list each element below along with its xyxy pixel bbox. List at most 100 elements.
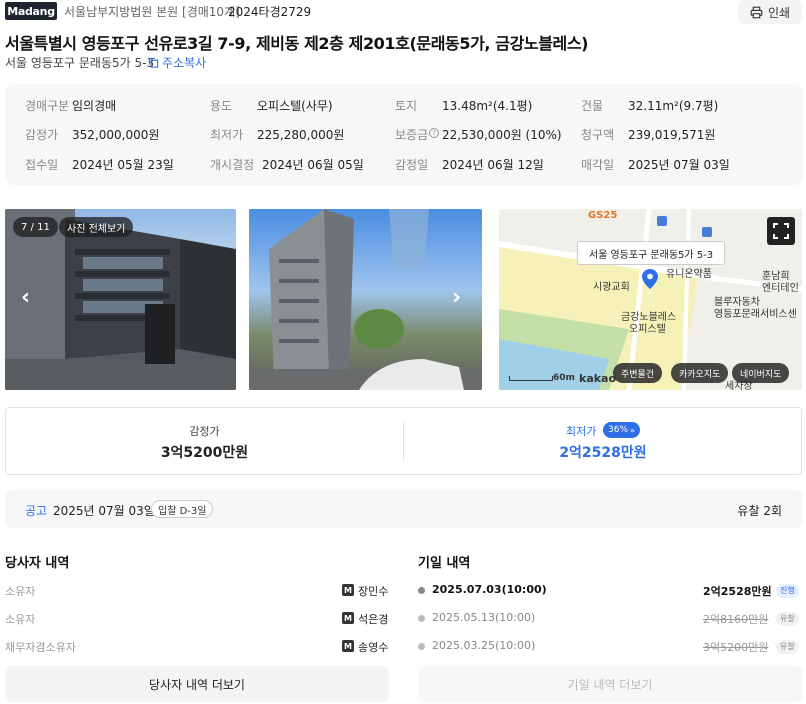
- copy-address-button[interactable]: 주소복사: [148, 54, 206, 71]
- info-item: 감정가 352,000,000원: [25, 126, 159, 143]
- next-photo-icon[interactable]: ›: [452, 285, 461, 310]
- info-key: 토지: [395, 99, 418, 113]
- info-value: 2024년 05월 23일: [72, 158, 174, 172]
- info-key: 감정일: [395, 158, 429, 172]
- status-badge: 유찰: [776, 612, 799, 626]
- info-item: 청구액 239,019,571원: [581, 126, 715, 143]
- info-key: 접수일: [25, 158, 59, 172]
- location-map[interactable]: GS25 서울 영등포구 문래동5가 5-3 유니온약품 시광교회 금강노블레스…: [499, 209, 802, 390]
- info-item: 용도 오피스텔(사무): [210, 97, 333, 114]
- schedule-date: 2025.03.25(10:00): [432, 639, 536, 652]
- status-dot: [418, 587, 425, 594]
- schedule-price: 2억8160만원: [703, 613, 769, 626]
- kakao-logo: kakao: [579, 372, 617, 385]
- info-item: 경매구분 임의경매: [25, 97, 116, 114]
- copy-icon: [148, 57, 159, 68]
- madang-logo[interactable]: Madang: [5, 2, 57, 20]
- info-item: 보증금? 22,530,000원 (10%): [395, 126, 562, 143]
- min-price-label: 최저가: [566, 425, 597, 438]
- info-item: 매각일 2025년 07월 03일: [581, 156, 730, 173]
- fail-count: 유찰 2회: [737, 504, 782, 518]
- notice-date: 2025년 07월 03일: [53, 504, 155, 518]
- map-label: 오피스텔: [629, 324, 666, 335]
- case-info-panel: 경매구분 임의경매 용도 오피스텔(사무) 토지 13.48m²(4.1평) 건물 32…: [5, 84, 803, 185]
- prev-photo-icon[interactable]: ‹: [21, 285, 30, 310]
- view-all-photos-button[interactable]: 사진 전체보기: [59, 217, 134, 237]
- help-icon[interactable]: ?: [429, 128, 439, 138]
- notice-label: 공고: [25, 504, 48, 518]
- parties-title: 당사자 내역: [5, 556, 70, 571]
- property-photo[interactable]: 7 / 11 사진 전체보기 ‹: [5, 209, 236, 390]
- status-badge: 유찰: [776, 640, 799, 654]
- map-scale-label: 60m: [553, 373, 575, 383]
- map-pin-icon[interactable]: [642, 269, 658, 289]
- map-label: 영등포문래서비스센: [714, 309, 797, 320]
- street-photo-illustration: [249, 209, 482, 390]
- print-button[interactable]: 인쇄: [738, 0, 802, 24]
- map-label: 유니온약품: [666, 269, 712, 280]
- appraisal-value: 3억5200만원: [160, 445, 249, 461]
- info-value: 임의경매: [72, 99, 117, 113]
- info-key: 건물: [581, 99, 604, 113]
- info-key: 용도: [210, 99, 233, 113]
- masked-icon: M: [342, 612, 354, 624]
- info-item: 건물 32.11m²(9.7평): [581, 97, 718, 114]
- nearby-properties-button[interactable]: 주변물건: [613, 363, 663, 383]
- info-value: 32.11m²(9.7평): [628, 99, 719, 113]
- info-item: 최저가 225,280,000원: [210, 126, 344, 143]
- info-value: 2024년 06월 12일: [442, 158, 544, 172]
- info-item: 개시결정 2024년 06월 05일: [210, 156, 364, 173]
- info-value: 오피스텔(사무): [257, 99, 333, 113]
- double-chevron-down-icon: »: [630, 425, 635, 435]
- map-fullscreen-button[interactable]: [767, 217, 795, 245]
- kakao-map-button[interactable]: 카카오지도: [671, 363, 729, 383]
- schedule-title: 기일 내역: [418, 556, 471, 571]
- map-label: 엔터테인: [762, 283, 799, 294]
- more-parties-button[interactable]: 당사자 내역 더보기: [5, 666, 389, 702]
- info-key: 청구액: [581, 128, 615, 142]
- info-key: 감정가: [25, 128, 59, 142]
- min-price-value: 2억2528만원: [559, 445, 647, 461]
- party-name: 석은경: [358, 613, 389, 626]
- print-label: 인쇄: [767, 5, 791, 20]
- schedule-price: 3억5200만원: [703, 641, 769, 654]
- dday-badge: 입찰 D-3일: [151, 500, 214, 518]
- status-dot: [418, 643, 425, 650]
- party-name: 장민수: [358, 585, 389, 598]
- info-key: 매각일: [581, 158, 615, 172]
- schedule-date: 2025.07.03(10:00): [432, 583, 547, 596]
- price-summary: 감정가 3억5200만원 최저가 36% » 2억2528만원: [5, 407, 802, 475]
- min-price-percent: 36%: [608, 425, 629, 435]
- info-value: 225,280,000원: [257, 128, 345, 142]
- info-item: 토지 13.48m²(4.1평): [395, 97, 532, 114]
- status-badge: 진행: [776, 584, 799, 598]
- map-label: 시광교회: [593, 282, 630, 293]
- map-scale-bar: [509, 376, 553, 381]
- info-key: 보증금: [395, 128, 429, 142]
- masked-icon: M: [342, 584, 354, 596]
- more-schedule-button[interactable]: 기일 내역 더보기: [418, 666, 802, 702]
- page-title: 서울특별시 영등포구 선유로3길 7-9, 제비동 제2층 제201호(문래동5…: [5, 34, 589, 53]
- printer-icon: [750, 6, 763, 18]
- schedule-date: 2025.05.13(10:00): [432, 611, 536, 624]
- map-label: GS25: [588, 210, 618, 221]
- info-key: 개시결정: [210, 158, 255, 172]
- min-price-percent-badge: 36% »: [603, 422, 640, 438]
- map-address-tooltip: 서울 영등포구 문래동5가 5-3: [577, 241, 725, 265]
- court-name: 서울남부지방법원 본원 [경매10계]: [64, 5, 240, 19]
- property-photo[interactable]: ›: [249, 209, 482, 390]
- party-name: 송영수: [358, 641, 389, 654]
- masked-icon: M: [342, 640, 354, 652]
- notice-bar: 공고 2025년 07월 03일 입찰 D-3일 유찰 2회: [5, 490, 802, 528]
- naver-map-button[interactable]: 네이버지도: [732, 363, 790, 383]
- party-role: 소유자: [5, 585, 36, 598]
- status-dot: [418, 615, 425, 622]
- photo-counter: 7 / 11: [13, 217, 58, 237]
- info-value: 13.48m²(4.1평): [442, 99, 533, 113]
- case-number: 2024타경2729: [228, 5, 312, 19]
- info-key: 최저가: [210, 128, 244, 142]
- party-role: 소유자: [5, 613, 36, 626]
- info-item: 접수일 2024년 05월 23일: [25, 156, 174, 173]
- info-value: 239,019,571원: [628, 128, 716, 142]
- lot-address: 서울 영등포구 문래동5가 5-3: [5, 56, 155, 70]
